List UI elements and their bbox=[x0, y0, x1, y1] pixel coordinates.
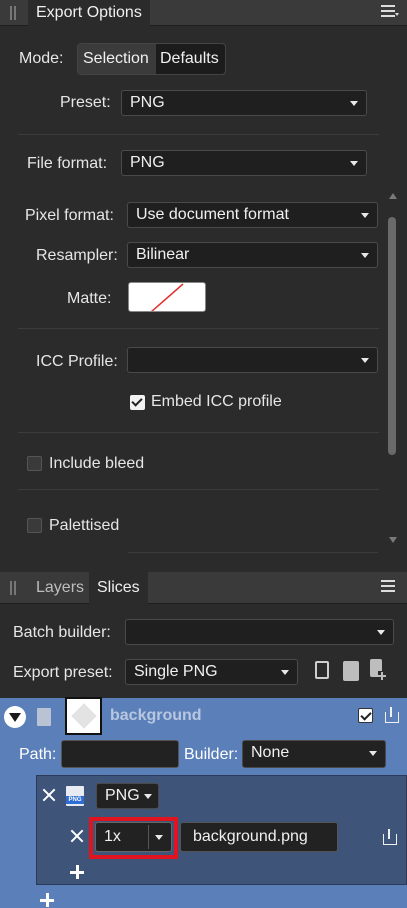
scale-dropdown[interactable]: 1x bbox=[95, 822, 172, 852]
scroll-down-icon bbox=[389, 537, 397, 543]
export-preset-label: Export preset: bbox=[13, 664, 113, 681]
chevron-down-icon bbox=[155, 835, 163, 840]
filename-field[interactable]: background.png bbox=[180, 822, 338, 852]
divider bbox=[18, 489, 379, 490]
png-file-icon: PNG bbox=[66, 786, 84, 806]
chevron-down-icon bbox=[369, 751, 377, 756]
path-input[interactable] bbox=[61, 740, 179, 768]
mode-label: Mode: bbox=[19, 50, 64, 67]
pixel-format-dropdown[interactable]: Use document format bbox=[127, 202, 378, 228]
chevron-down-icon bbox=[361, 358, 369, 363]
divider bbox=[18, 134, 379, 135]
add-format-icon[interactable] bbox=[40, 893, 54, 907]
icc-profile-dropdown[interactable] bbox=[127, 347, 378, 373]
paste-preset-icon[interactable] bbox=[343, 661, 359, 681]
include-bleed-checkbox[interactable] bbox=[27, 456, 42, 471]
chevron-down-icon bbox=[361, 253, 369, 258]
icc-profile-label: ICC Profile: bbox=[36, 353, 118, 370]
matte-label: Matte: bbox=[67, 290, 112, 307]
panel-menu-icon[interactable] bbox=[381, 4, 399, 20]
embed-icc-label: Embed ICC profile bbox=[151, 393, 282, 410]
export-preset-dropdown[interactable]: Single PNG bbox=[125, 659, 298, 685]
divider bbox=[18, 328, 379, 329]
export-scale-icon[interactable] bbox=[383, 829, 397, 845]
tab-slices[interactable]: Slices bbox=[89, 572, 148, 604]
chevron-down-icon bbox=[377, 630, 385, 635]
layers-slices-header: Layers Slices bbox=[0, 572, 407, 604]
format-dropdown[interactable]: PNG bbox=[96, 783, 159, 809]
chevron-down-icon bbox=[144, 794, 152, 799]
grip-handle-icon[interactable] bbox=[10, 6, 16, 20]
builder-label: Builder: bbox=[184, 746, 239, 763]
preset-dropdown[interactable]: PNG bbox=[121, 90, 367, 116]
palettised-checkbox[interactable] bbox=[27, 518, 42, 533]
no-color-icon bbox=[151, 283, 184, 311]
mode-selection-button[interactable]: Selection bbox=[78, 44, 156, 74]
add-preset-icon[interactable] bbox=[370, 659, 386, 681]
export-slice-icon[interactable] bbox=[385, 707, 399, 723]
slice-export-checkbox[interactable] bbox=[358, 708, 373, 723]
add-scale-icon[interactable] bbox=[70, 865, 84, 879]
remove-format-icon[interactable] bbox=[42, 788, 56, 802]
resampler-label: Resampler: bbox=[36, 247, 118, 264]
export-options-header: Export Options bbox=[0, 0, 407, 26]
chevron-down-icon bbox=[281, 670, 289, 675]
options-scrollbar[interactable] bbox=[384, 193, 400, 549]
divider bbox=[18, 432, 379, 433]
remove-scale-icon[interactable] bbox=[70, 829, 84, 843]
copy-preset-icon[interactable] bbox=[315, 661, 329, 679]
resampler-dropdown[interactable]: Bilinear bbox=[127, 242, 378, 268]
panel-menu-icon[interactable] bbox=[381, 579, 399, 595]
divider bbox=[128, 552, 378, 553]
scroll-up-icon bbox=[389, 193, 397, 199]
slice-name: background bbox=[110, 707, 202, 724]
slice-thumbnail bbox=[65, 697, 102, 735]
palettised-label: Palettised bbox=[49, 517, 120, 534]
chevron-down-icon bbox=[350, 161, 358, 166]
pixel-format-label: Pixel format: bbox=[25, 207, 114, 224]
scroll-thumb bbox=[388, 217, 396, 455]
chevron-down-icon bbox=[350, 101, 358, 106]
file-format-dropdown[interactable]: PNG bbox=[121, 150, 367, 176]
path-label: Path: bbox=[19, 746, 57, 763]
builder-dropdown[interactable]: None bbox=[242, 740, 386, 768]
mode-defaults-button[interactable]: Defaults bbox=[157, 44, 225, 74]
collapse-toggle-icon[interactable] bbox=[4, 706, 26, 728]
grip-handle-icon[interactable] bbox=[10, 581, 16, 595]
tab-export-options[interactable]: Export Options bbox=[28, 0, 150, 26]
tab-layers[interactable]: Layers bbox=[28, 572, 92, 604]
preset-label: Preset: bbox=[60, 94, 111, 111]
mode-segmented-control: Selection Defaults bbox=[77, 43, 226, 75]
file-format-label: File format: bbox=[27, 155, 108, 172]
batch-builder-label: Batch builder: bbox=[13, 624, 111, 641]
embed-icc-checkbox[interactable] bbox=[130, 395, 145, 410]
chevron-down-icon bbox=[361, 213, 369, 218]
include-bleed-label: Include bleed bbox=[49, 455, 145, 472]
batch-builder-dropdown[interactable] bbox=[125, 619, 394, 645]
document-icon bbox=[37, 708, 51, 726]
matte-color-swatch[interactable] bbox=[128, 282, 206, 312]
